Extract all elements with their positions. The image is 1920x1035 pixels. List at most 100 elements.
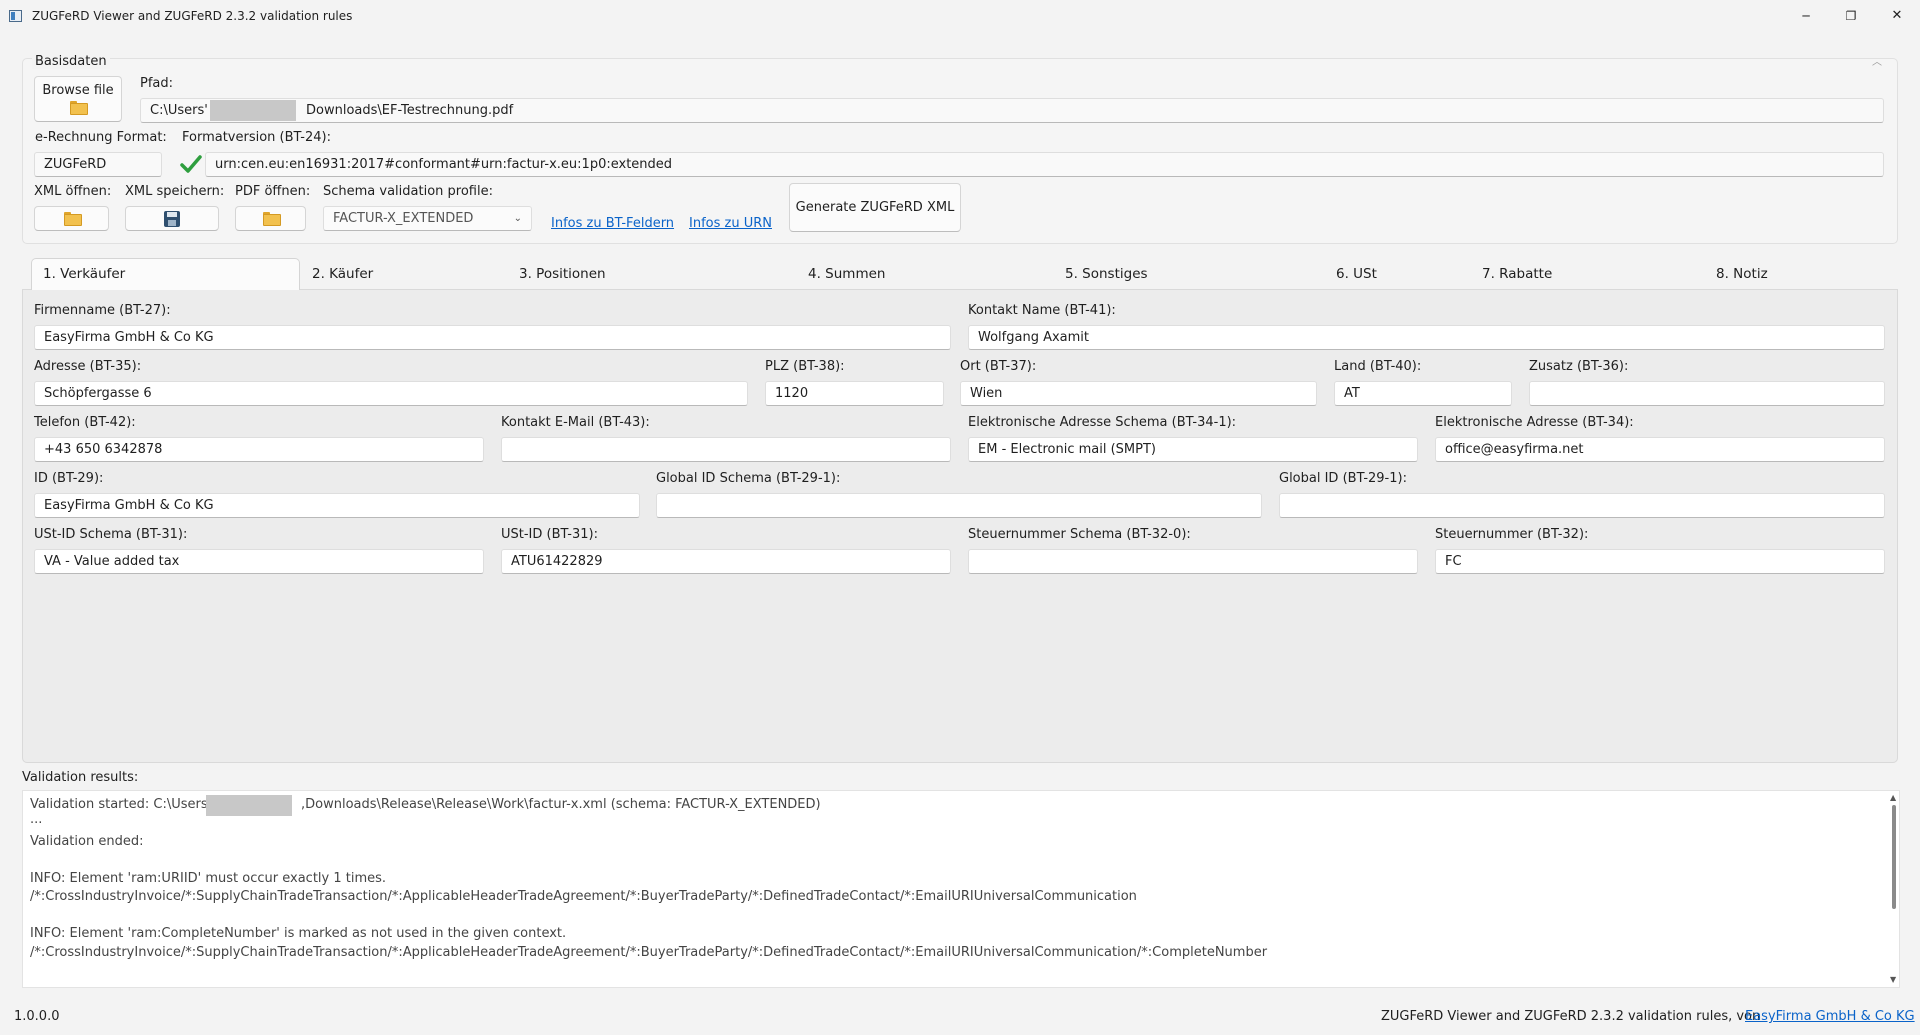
el-adresse-field[interactable]: office@easyfirma.net: [1435, 437, 1885, 462]
global-id-schema-label: Global ID Schema (BT-29-1):: [656, 471, 841, 486]
validation-line: INFO: Element 'ram:CompleteNumber' is ma…: [30, 926, 567, 941]
id-label: ID (BT-29):: [34, 471, 104, 486]
close-icon: ✕: [1891, 8, 1903, 23]
formatversion-label: Formatversion (BT-24):: [182, 130, 331, 145]
firmenname-label: Firmenname (BT-27):: [34, 303, 171, 318]
tab-kaeufer[interactable]: 2. Käufer: [312, 258, 373, 290]
zusatz-field[interactable]: [1529, 381, 1885, 406]
validation-line: Validation ended:: [30, 834, 144, 849]
window-title: ZUGFeRD Viewer and ZUGFeRD 2.3.2 validat…: [32, 9, 353, 23]
land-field[interactable]: AT: [1334, 381, 1512, 406]
ust-id-schema-field[interactable]: VA - Value added tax: [34, 549, 484, 574]
pfad-value-start: C:\Users': [150, 103, 208, 118]
browse-file-label: Browse file: [42, 83, 114, 98]
title-bar: ZUGFeRD Viewer and ZUGFeRD 2.3.2 validat…: [0, 0, 1920, 32]
land-label: Land (BT-40):: [1334, 359, 1422, 374]
browse-file-button[interactable]: Browse file: [34, 76, 122, 122]
schema-select[interactable]: FACTUR-X_EXTENDED ⌄: [323, 206, 532, 231]
validation-line: ...: [30, 812, 43, 827]
schema-label: Schema validation profile:: [323, 184, 493, 199]
minimize-button[interactable]: ─: [1784, 0, 1828, 32]
formatversion-field[interactable]: urn:cen.eu:en16931:2017#conformant#urn:f…: [205, 152, 1884, 177]
restore-button[interactable]: ❐: [1828, 0, 1874, 32]
pfad-value-end: Downloads\EF-Testrechnung.pdf: [306, 103, 514, 118]
validation-scrollbar[interactable]: ▲ ▼: [1889, 791, 1899, 987]
global-id-field[interactable]: [1279, 493, 1885, 518]
el-adresse-schema-field[interactable]: EM - Electronic mail (SMPT): [968, 437, 1418, 462]
plz-label: PLZ (BT-38):: [765, 359, 845, 374]
redacted-username: [206, 795, 292, 816]
pdf-open-button[interactable]: [235, 206, 306, 231]
tab-rabatte[interactable]: 7. Rabatte: [1482, 258, 1552, 290]
version-label: 1.0.0.0: [14, 1009, 60, 1024]
xml-open-label: XML öffnen:: [34, 184, 112, 199]
scroll-up-icon[interactable]: ▲: [1890, 793, 1896, 802]
el-adresse-schema-label: Elektronische Adresse Schema (BT-34-1):: [968, 415, 1237, 430]
ort-field[interactable]: Wien: [960, 381, 1317, 406]
xml-save-label: XML speichern:: [125, 184, 225, 199]
tab-verkaeufer[interactable]: 1. Verkäufer: [43, 258, 125, 290]
kontakt-email-label: Kontakt E-Mail (BT-43):: [501, 415, 650, 430]
ort-label: Ort (BT-37):: [960, 359, 1037, 374]
kontakt-name-field[interactable]: Wolfgang Axamit: [968, 325, 1885, 350]
checkmark-icon: [180, 154, 202, 174]
ust-id-schema-label: USt-ID Schema (BT-31):: [34, 527, 188, 542]
scroll-down-icon[interactable]: ▼: [1890, 975, 1896, 984]
plz-field[interactable]: 1120: [765, 381, 944, 406]
steuernummer-field[interactable]: FC: [1435, 549, 1885, 574]
easyfirma-link[interactable]: EasyFirma GmbH & Co KG: [1745, 1009, 1915, 1024]
steuernummer-schema-field[interactable]: [968, 549, 1418, 574]
tab-summen[interactable]: 4. Summen: [808, 258, 885, 290]
schema-select-value: FACTUR-X_EXTENDED: [333, 211, 474, 226]
infos-urn-link[interactable]: Infos zu URN: [689, 216, 772, 231]
app-icon: [9, 10, 22, 22]
global-id-schema-field[interactable]: [656, 493, 1262, 518]
ust-id-label: USt-ID (BT-31):: [501, 527, 598, 542]
telefon-field[interactable]: +43 650 6342878: [34, 437, 484, 462]
tab-ust[interactable]: 6. USt: [1336, 258, 1377, 290]
validation-line: Validation started: C:\Users: [30, 797, 208, 812]
validation-results-box[interactable]: Validation started: C:\Users ,Downloads\…: [22, 790, 1900, 988]
format-field[interactable]: ZUGFeRD: [34, 152, 162, 177]
tab-notiz[interactable]: 8. Notiz: [1716, 258, 1768, 290]
restore-icon: ❐: [1845, 9, 1857, 23]
steuernummer-schema-label: Steuernummer Schema (BT-32-0):: [968, 527, 1191, 542]
tab-sonstiges[interactable]: 5. Sonstiges: [1065, 258, 1148, 290]
validation-line: ,Downloads\Release\Release\Work\factur-x…: [301, 797, 821, 812]
adresse-field[interactable]: Schöpfergasse 6: [34, 381, 748, 406]
credit-text: ZUGFeRD Viewer and ZUGFeRD 2.3.2 validat…: [1381, 1009, 1761, 1024]
telefon-label: Telefon (BT-42):: [34, 415, 136, 430]
steuernummer-label: Steuernummer (BT-32):: [1435, 527, 1589, 542]
basisdaten-title: Basisdaten: [32, 54, 110, 69]
ust-id-field[interactable]: ATU61422829: [501, 549, 951, 574]
folder-open-icon: [63, 212, 82, 226]
tab-positionen[interactable]: 3. Positionen: [519, 258, 606, 290]
el-adresse-label: Elektronische Adresse (BT-34):: [1435, 415, 1634, 430]
pfad-label: Pfad:: [140, 76, 174, 91]
generate-zugferd-button[interactable]: Generate ZUGFeRD XML: [789, 183, 961, 232]
minimize-icon: ─: [1802, 9, 1810, 23]
xml-open-button[interactable]: [34, 206, 109, 231]
xml-save-button[interactable]: [125, 206, 219, 231]
id-field[interactable]: EasyFirma GmbH & Co KG: [34, 493, 640, 518]
infos-bt-link[interactable]: Infos zu BT-Feldern: [551, 216, 674, 231]
kontakt-email-field[interactable]: [501, 437, 951, 462]
kontakt-name-label: Kontakt Name (BT-41):: [968, 303, 1116, 318]
global-id-label: Global ID (BT-29-1):: [1279, 471, 1407, 486]
format-label: e-Rechnung Format:: [35, 130, 167, 145]
validation-line: /*:CrossIndustryInvoice/*:SupplyChainTra…: [30, 945, 1268, 960]
chevron-down-icon: ⌄: [513, 213, 522, 224]
adresse-label: Adresse (BT-35):: [34, 359, 142, 374]
validation-results-title: Validation results:: [22, 770, 139, 785]
zusatz-label: Zusatz (BT-36):: [1529, 359, 1629, 374]
save-disk-icon: [164, 211, 180, 227]
validation-line: /*:CrossIndustryInvoice/*:SupplyChainTra…: [30, 889, 1137, 904]
firmenname-field[interactable]: EasyFirma GmbH & Co KG: [34, 325, 951, 350]
redacted-username: [210, 100, 296, 121]
pdf-open-label: PDF öffnen:: [235, 184, 311, 199]
validation-line: INFO: Element 'ram:URIID' must occur exa…: [30, 871, 387, 886]
collapse-icon[interactable]: ︿: [1872, 53, 1882, 68]
folder-open-icon: [262, 212, 281, 226]
close-button[interactable]: ✕: [1874, 0, 1920, 32]
scrollbar-thumb[interactable]: [1892, 805, 1896, 909]
